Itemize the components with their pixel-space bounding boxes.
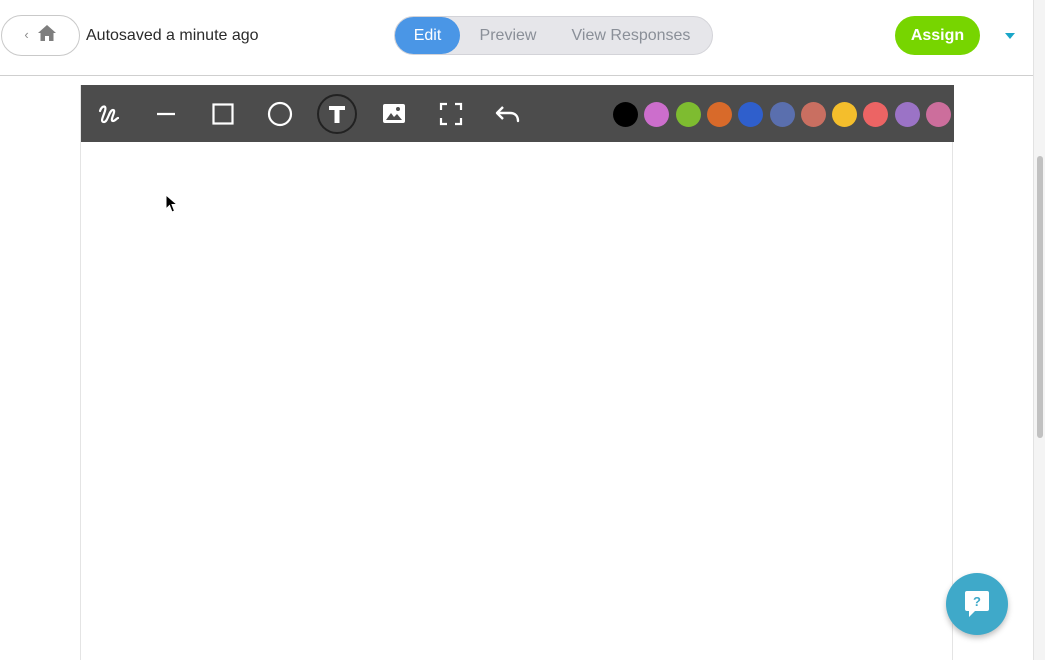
color-swatch[interactable] <box>738 102 764 127</box>
autosave-status: Autosaved a minute ago <box>86 27 259 44</box>
mouse-cursor-icon <box>165 194 179 213</box>
text-icon[interactable] <box>317 94 357 134</box>
undo-icon[interactable] <box>488 94 528 134</box>
assign-button[interactable]: Assign <box>895 16 980 55</box>
circle-icon[interactable] <box>260 94 300 134</box>
color-swatch[interactable] <box>613 102 638 127</box>
freehand-icon[interactable] <box>89 94 129 134</box>
tab-preview[interactable]: Preview <box>460 17 556 54</box>
top-bar: ‹ Autosaved a minute ago Edit Preview Vi… <box>0 0 1033 76</box>
scrollbar-thumb[interactable] <box>1037 156 1043 438</box>
page-scrollbar[interactable] <box>1033 0 1045 660</box>
crop-icon[interactable] <box>431 94 471 134</box>
tab-view-responses[interactable]: View Responses <box>556 17 706 54</box>
color-swatch[interactable] <box>926 102 951 127</box>
svg-text:?: ? <box>973 594 981 609</box>
color-swatch[interactable] <box>675 102 701 127</box>
assign-dropdown-caret-icon[interactable] <box>1005 33 1015 39</box>
drawing-canvas[interactable] <box>80 85 954 660</box>
color-swatch[interactable] <box>800 102 826 127</box>
tab-edit[interactable]: Edit <box>395 17 460 54</box>
color-swatch[interactable] <box>832 102 858 127</box>
home-icon <box>37 24 57 47</box>
help-question-icon: ? <box>965 591 989 617</box>
rectangle-icon[interactable] <box>203 94 243 134</box>
image-icon[interactable] <box>374 94 414 134</box>
drawing-toolbar <box>81 85 954 142</box>
chevron-left-icon: ‹ <box>24 27 29 42</box>
color-swatch[interactable] <box>706 102 732 127</box>
color-swatch[interactable] <box>894 102 920 127</box>
color-swatch[interactable] <box>863 102 889 127</box>
help-button[interactable]: ? <box>946 573 1008 635</box>
color-swatch[interactable] <box>769 102 795 127</box>
view-mode-switch: Edit Preview View Responses <box>394 16 713 55</box>
color-swatch[interactable] <box>644 102 670 127</box>
line-icon[interactable] <box>146 94 186 134</box>
back-home-button[interactable]: ‹ <box>1 15 80 56</box>
